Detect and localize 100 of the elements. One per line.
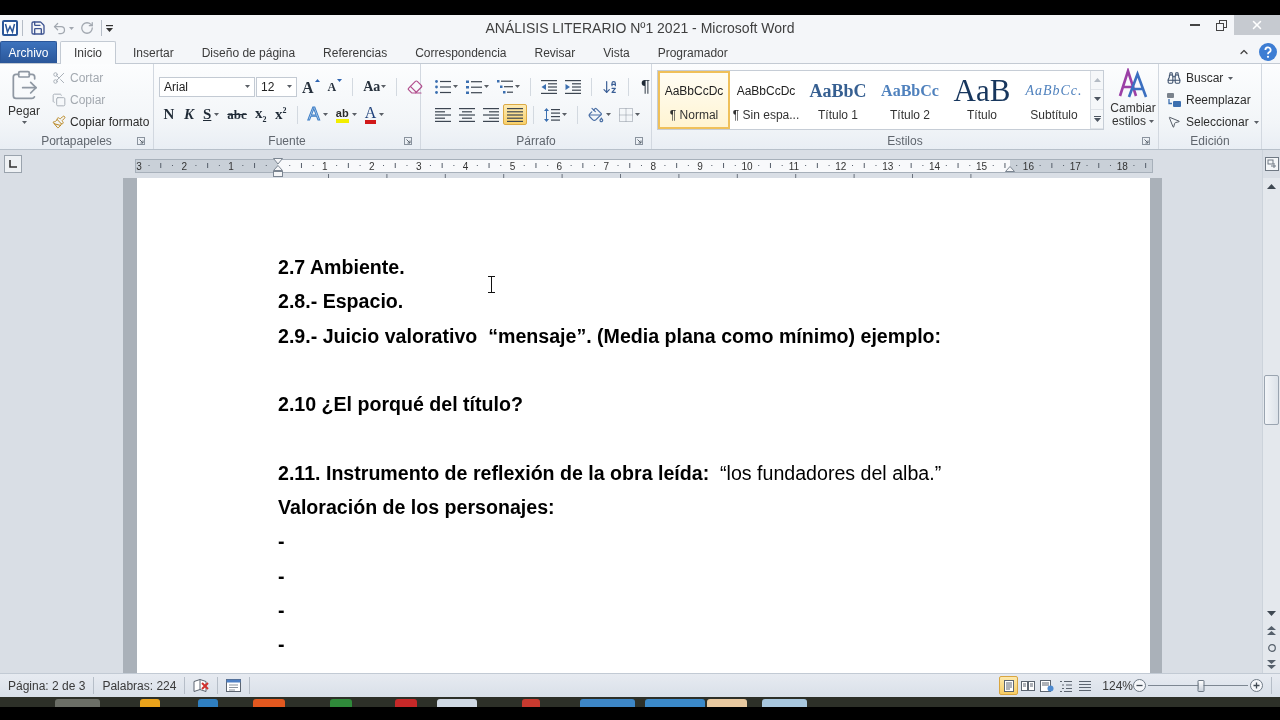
customize-toolbar-icon[interactable]: [106, 24, 113, 32]
spell-check-icon[interactable]: [193, 678, 210, 693]
group-label: Edición: [1190, 134, 1230, 148]
zoom-in-icon[interactable]: [1250, 679, 1263, 692]
style-item[interactable]: AaBbCcDc ¶ Normal: [658, 71, 730, 129]
multilevel-list-icon: [497, 79, 513, 94]
ruler-toggle-icon: [1264, 157, 1279, 171]
zoom-slider-thumb[interactable]: [1197, 679, 1205, 692]
macro-record-icon[interactable]: [226, 679, 242, 692]
caret-down-icon: [337, 79, 343, 82]
paint-bucket-icon: [588, 106, 604, 123]
text-cursor-icon: [488, 276, 495, 293]
bold-button[interactable]: N: [159, 104, 179, 125]
copy-icon: [52, 93, 66, 107]
file-tab[interactable]: Archivo: [0, 41, 57, 63]
ribbon-tab[interactable]: Diseño de página: [187, 41, 310, 63]
word-count[interactable]: Palabras: 224: [102, 678, 177, 693]
ribbon-tab[interactable]: Insertar: [119, 41, 188, 63]
caret-down-icon: [635, 113, 640, 116]
caret-down-icon: [245, 85, 250, 88]
paragraph-text: 2.10 ¿El porqué del título?: [278, 392, 523, 418]
replace-button[interactable]: Reemplazar: [1164, 89, 1262, 111]
caret-up-icon: [314, 79, 320, 82]
find-button[interactable]: Buscar: [1164, 67, 1262, 89]
caret-down-icon: [381, 85, 387, 88]
ruler-number: 1: [322, 160, 328, 172]
group-label: Portapapeles: [41, 134, 112, 148]
format-painter-button[interactable]: Copiar formato: [49, 111, 153, 133]
caret-down-icon: [214, 113, 220, 116]
caret-down-icon: [606, 113, 611, 116]
zoom-level[interactable]: 124%: [1102, 678, 1133, 693]
triangle-down-icon: [1267, 611, 1276, 616]
align-left-icon: [435, 107, 451, 122]
help-icon[interactable]: [1259, 43, 1277, 61]
subscript-button[interactable]: x$_{2}$: [250, 104, 271, 125]
font-size-field[interactable]: 12: [256, 76, 297, 97]
style-item[interactable]: AaB Título: [946, 71, 1018, 129]
caret-down-icon: [453, 85, 458, 88]
ribbon-tab[interactable]: Referencias: [309, 41, 402, 63]
dialog-launcher-icon[interactable]: [635, 137, 643, 145]
justify-button[interactable]: [503, 104, 527, 125]
grow-font-button[interactable]: A: [298, 76, 324, 97]
ribbon-tab[interactable]: Revisar: [520, 41, 590, 63]
superscript-button[interactable]: x$^{2}$: [270, 104, 291, 125]
zoom-out-icon[interactable]: [1133, 679, 1146, 692]
shrink-font-button[interactable]: A: [323, 76, 347, 97]
underline-button[interactable]: S: [199, 104, 224, 125]
double-down-icon: [1267, 660, 1276, 669]
right-indent-marker[interactable]: [1005, 166, 1015, 172]
window-title: ANÁLISIS LITERARIO Nº1 2021 - Microsoft Word: [485, 20, 795, 36]
ruler-number: 16: [1022, 160, 1034, 172]
indent-marker[interactable]: [273, 158, 283, 177]
style-item[interactable]: AaBbCc. Subtítulo: [1018, 71, 1090, 129]
scrollbar-thumb[interactable]: [1264, 375, 1279, 425]
caret-down-icon: [21, 121, 27, 124]
tab-selector-button[interactable]: [4, 155, 22, 173]
dialog-launcher-icon[interactable]: [404, 137, 412, 145]
style-item[interactable]: AaBbCcDc ¶ Sin espa...: [730, 71, 802, 129]
caret-down-icon: [322, 113, 328, 116]
increase-indent-icon: [565, 79, 581, 94]
print-layout-icon: [1001, 679, 1016, 692]
highlight-button[interactable]: ab: [331, 104, 361, 125]
ribbon-tab[interactable]: Inicio: [60, 41, 116, 64]
style-item[interactable]: AaBbCc Título 2: [874, 71, 946, 129]
show-formatting-marks-button[interactable]: ¶: [635, 76, 657, 97]
ribbon-tab[interactable]: Vista: [589, 41, 644, 63]
print-layout-button[interactable]: [999, 676, 1019, 695]
paragraph-text: -: [278, 529, 285, 555]
caret-down-icon: [351, 113, 357, 116]
bullets-icon: [435, 79, 451, 94]
line-spacing-icon: [544, 107, 560, 122]
ruler-number: 13: [882, 160, 894, 172]
font-name-field[interactable]: Arial: [159, 76, 255, 97]
ruler-number: 14: [929, 160, 941, 172]
dialog-launcher-icon[interactable]: [1142, 137, 1150, 145]
sort-icon: [602, 78, 618, 95]
borders-icon: [619, 107, 633, 122]
change-styles-button[interactable]: Cambiar estilos: [1107, 68, 1159, 128]
font-color-button[interactable]: A: [360, 104, 389, 125]
dialog-launcher-icon[interactable]: [137, 137, 145, 145]
paragraph-text: -: [278, 563, 285, 589]
style-item[interactable]: AaBbC Título 1: [802, 71, 874, 129]
ribbon-tab[interactable]: Programador: [643, 41, 742, 63]
italic-button[interactable]: K: [179, 104, 199, 125]
repeat-icon: [80, 21, 94, 35]
strikethrough-button[interactable]: abc: [223, 104, 251, 125]
caret-down-icon: [515, 85, 520, 88]
gallery-scroll-down-button[interactable]: [1091, 90, 1103, 110]
change-case-button[interactable]: Aa: [359, 76, 391, 97]
outline-icon: [1058, 679, 1073, 692]
select-button[interactable]: Seleccionar: [1164, 111, 1262, 133]
paragraph-text: 2.7 Ambiente.: [278, 255, 405, 280]
ruler-number: 12: [835, 160, 847, 172]
gallery-more-button[interactable]: [1091, 109, 1103, 129]
paste-button[interactable]: Pegar: [4, 67, 44, 129]
paragraph-text: 2.8.- Espacio.: [278, 289, 404, 315]
ribbon-tab[interactable]: Correspondencia: [401, 41, 521, 63]
view-ruler-button[interactable]: [1263, 150, 1280, 178]
ruler-number: 10: [741, 160, 753, 172]
page-count[interactable]: Página: 2 de 3: [8, 678, 86, 693]
